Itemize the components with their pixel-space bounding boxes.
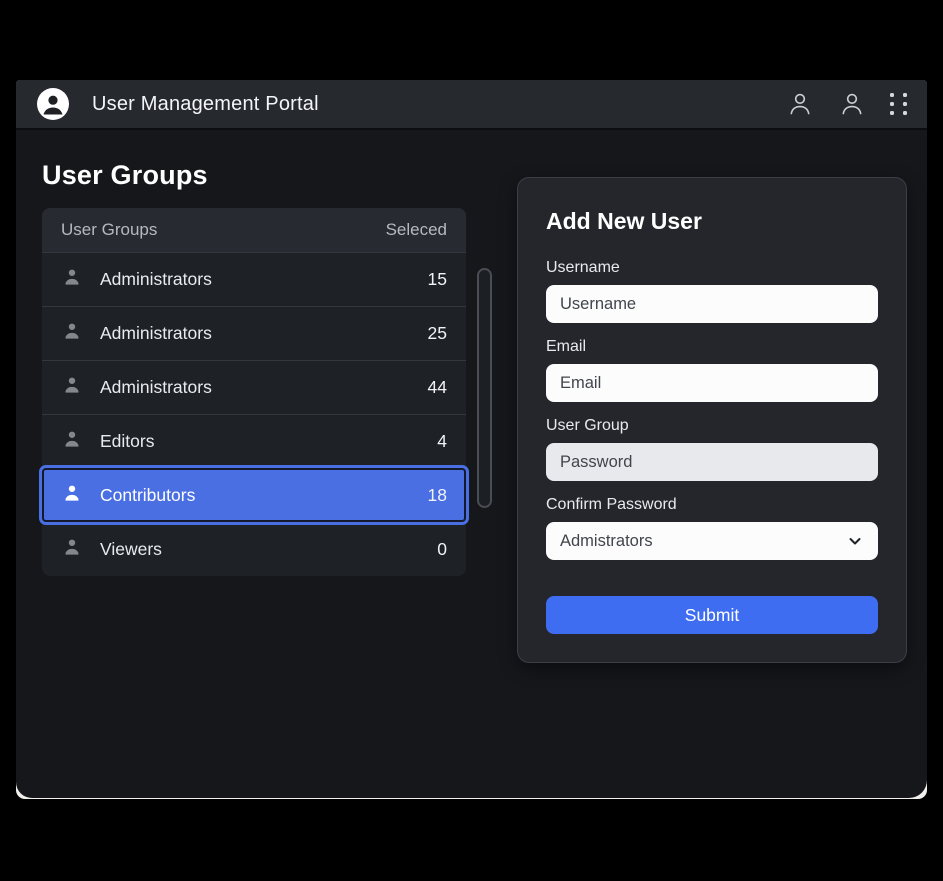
user-group-icon [61,428,83,455]
email-label: Email [546,338,878,356]
group-count: 18 [428,485,447,506]
group-select-wrap: Admistrators [546,522,878,560]
app-title: User Management Portal [92,93,319,116]
app-window: User Management Portal [16,80,927,798]
submit-button[interactable]: Submit [546,596,878,634]
group-name: Administrators [100,377,212,398]
chevron-down-icon [846,532,864,550]
group-count: 15 [428,269,447,290]
email-input[interactable] [546,364,878,402]
group-name: Administrators [100,323,212,344]
group-select-value: Admistrators [560,532,653,551]
password-input[interactable] [546,443,878,481]
group-select[interactable]: Admistrators [546,522,878,560]
table-row-selected[interactable]: Contributors 18 [42,468,466,522]
user-group-label: User Group [546,417,878,435]
group-count: 0 [437,539,447,560]
user-outline-icon[interactable] [786,90,814,118]
confirm-password-label: Confirm Password [546,496,878,514]
user-group-icon [61,320,83,347]
group-count: 25 [428,323,447,344]
user-group-icon [61,374,83,401]
table-row[interactable]: Editors 4 [42,414,466,468]
username-label: Username [546,259,878,277]
user-outline-icon[interactable] [838,90,866,118]
form-title: Add New User [546,208,878,235]
add-new-user-card: Add New User Username Email User Group C… [517,177,907,663]
apps-grid-icon[interactable] [890,93,907,115]
top-bar: User Management Portal [16,80,927,130]
topbar-actions [786,90,907,118]
user-group-icon [61,266,83,293]
username-input[interactable] [546,285,878,323]
user-group-icon [61,482,83,509]
group-name: Editors [100,431,154,452]
scrollbar[interactable] [477,268,492,508]
group-count: 4 [437,431,447,452]
group-name: Viewers [100,539,162,560]
group-name: Administrators [100,269,212,290]
user-groups-table: User Groups Seleced Administrators 15 Ad… [42,208,466,576]
table-row[interactable]: Administrators 44 [42,360,466,414]
screen: User Management Portal [0,0,943,881]
table-row[interactable]: Viewers 0 [42,522,466,576]
table-row[interactable]: Administrators 25 [42,306,466,360]
table-header-row: User Groups Seleced [42,208,466,252]
group-count: 44 [428,377,447,398]
account-circle-icon[interactable] [36,87,70,121]
user-group-icon [61,536,83,563]
table-row[interactable]: Administrators 15 [42,252,466,306]
group-name: Contributors [100,485,195,506]
column-header-user-groups: User Groups [61,220,157,240]
column-header-selected: Seleced [386,220,447,240]
